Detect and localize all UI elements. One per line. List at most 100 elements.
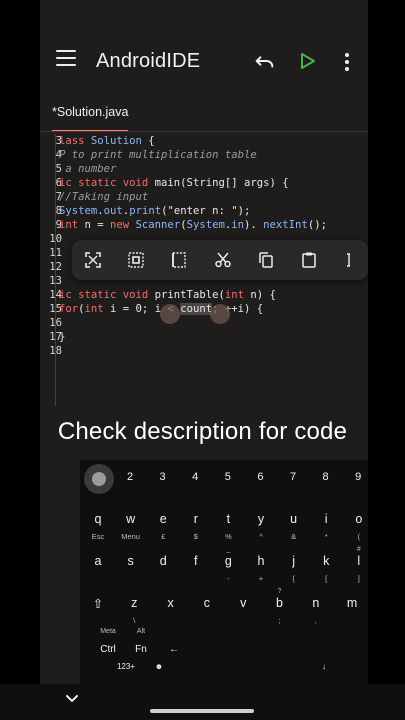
key-↵[interactable]: ↵: [356, 630, 369, 670]
code-line[interactable]: 8 System.out.print("enter n: ");: [40, 204, 368, 218]
code-line[interactable]: 17}: [40, 330, 368, 344]
code-token: }: [59, 331, 66, 343]
code-token: out: [103, 205, 123, 217]
key-label: 123+: [116, 662, 136, 671]
paste-icon[interactable]: [300, 251, 318, 269]
home-indicator[interactable]: [150, 709, 254, 713]
key-s[interactable]: s: [115, 546, 147, 586]
key-label: u: [290, 512, 298, 526]
overflow-icon[interactable]: [344, 251, 354, 269]
code-line[interactable]: 4P to print multiplication table: [40, 148, 368, 162]
code-line[interactable]: 9 int n = new Scanner(System.in). nextInt…: [40, 218, 368, 232]
key-3[interactable]: 3: [147, 460, 179, 500]
key-w[interactable]: w Menu: [115, 504, 147, 544]
code-token: count: [180, 303, 213, 315]
code-line[interactable]: 18: [40, 344, 368, 358]
play-icon[interactable]: [300, 52, 316, 70]
key-alt-label: ]: [357, 574, 360, 583]
code-token: ic static void: [59, 289, 155, 301]
key-2[interactable]: 2: [114, 460, 146, 500]
key-label: 4: [192, 471, 199, 483]
key-alt-label: \: [133, 616, 136, 625]
expand-selection-icon[interactable]: [84, 251, 102, 269]
navigation-bar: [0, 684, 405, 720]
key-l[interactable]: # l]: [343, 546, 368, 586]
key-8[interactable]: 8: [310, 460, 342, 500]
code-token: ("enter n: ");: [161, 205, 251, 217]
key-z[interactable]: z \: [118, 588, 150, 628]
key-symbol: #: [356, 546, 361, 553]
key-y[interactable]: y ^: [245, 504, 277, 544]
key-label: w: [126, 512, 136, 526]
code-token: ();: [307, 219, 327, 231]
key-alt-label: Meta: [100, 628, 116, 635]
key-v[interactable]: v: [227, 588, 259, 628]
key-m[interactable]: m: [336, 588, 368, 628]
code-line[interactable]: 16: [40, 316, 368, 330]
select-all-icon[interactable]: [127, 251, 145, 269]
key-6[interactable]: 6: [244, 460, 276, 500]
key-alt-label: *: [324, 532, 328, 541]
key-5[interactable]: 5: [212, 460, 244, 500]
key-4[interactable]: 4: [179, 460, 211, 500]
key-alt-label: $: [193, 532, 198, 541]
key-j[interactable]: j{: [278, 546, 310, 586]
selection-handle-end[interactable]: [210, 304, 230, 324]
editor-tabs: *Solution.java: [40, 96, 368, 132]
code-token: main(String[] args) {: [154, 177, 289, 189]
code-line[interactable]: 7//Taking input: [40, 190, 368, 204]
key-i[interactable]: i *: [310, 504, 342, 544]
key-r[interactable]: r $: [180, 504, 212, 544]
key-alt-label: [: [325, 574, 328, 583]
code-line[interactable]: 6 ic static void main(String[] args) {: [40, 176, 368, 190]
code-line[interactable]: 15 for(int i = 0; i < count; ++i) {: [40, 302, 368, 316]
key-a[interactable]: a: [82, 546, 114, 586]
select-line-icon[interactable]: [170, 251, 188, 269]
keyboard-toggle-icon[interactable]: [84, 464, 114, 494]
code-token: System: [186, 219, 225, 231]
key-u[interactable]: u &: [278, 504, 310, 544]
key-g[interactable]: _ g -: [212, 546, 244, 586]
key-alt-label: £: [161, 532, 166, 541]
code-line[interactable]: [40, 372, 368, 386]
key-c[interactable]: c: [191, 588, 223, 628]
key-o[interactable]: o(: [343, 504, 368, 544]
code-token: print: [129, 205, 162, 217]
key-label: t: [226, 512, 231, 526]
key-⇧[interactable]: ⇧: [82, 588, 114, 628]
code-line[interactable]: 5 a number: [40, 162, 368, 176]
key-label: Fn: [135, 644, 147, 655]
code-token: a number: [59, 163, 117, 175]
key-label: 3: [159, 471, 166, 483]
tab-solution-java[interactable]: *Solution.java: [52, 105, 128, 119]
code-token: ).: [244, 219, 264, 231]
more-vert-icon[interactable]: [344, 52, 350, 72]
key-d[interactable]: d: [147, 546, 179, 586]
code-token: ic static void: [59, 177, 155, 189]
key-n[interactable]: n,: [300, 588, 332, 628]
code-line[interactable]: 14 ic static void printTable(int n) {: [40, 288, 368, 302]
key-e[interactable]: e £: [147, 504, 179, 544]
copy-icon[interactable]: [257, 251, 275, 269]
code-line[interactable]: 3 lass Solution {: [40, 134, 368, 148]
key-h[interactable]: h +: [245, 546, 277, 586]
key-q[interactable]: q Esc: [82, 504, 114, 544]
key-label: f: [194, 554, 198, 568]
key-label: 9: [355, 471, 362, 483]
cut-icon[interactable]: [214, 251, 232, 269]
video-caption: Check description for code: [57, 418, 348, 445]
chevron-down-icon[interactable]: [65, 694, 79, 704]
undo-icon[interactable]: [254, 50, 276, 72]
code-line[interactable]: [40, 358, 368, 372]
key-7[interactable]: 7: [277, 460, 309, 500]
key-label: b: [276, 596, 283, 610]
key-k[interactable]: k[: [310, 546, 342, 586]
key-x[interactable]: x: [155, 588, 187, 628]
key-9[interactable]: 9: [342, 460, 368, 500]
hamburger-icon[interactable]: [56, 50, 76, 66]
key-b[interactable]: ? b;: [264, 588, 296, 628]
key-label: y: [257, 512, 265, 526]
key-f[interactable]: f: [180, 546, 212, 586]
selection-handle-start[interactable]: [160, 304, 180, 324]
key-t[interactable]: t%: [212, 504, 244, 544]
